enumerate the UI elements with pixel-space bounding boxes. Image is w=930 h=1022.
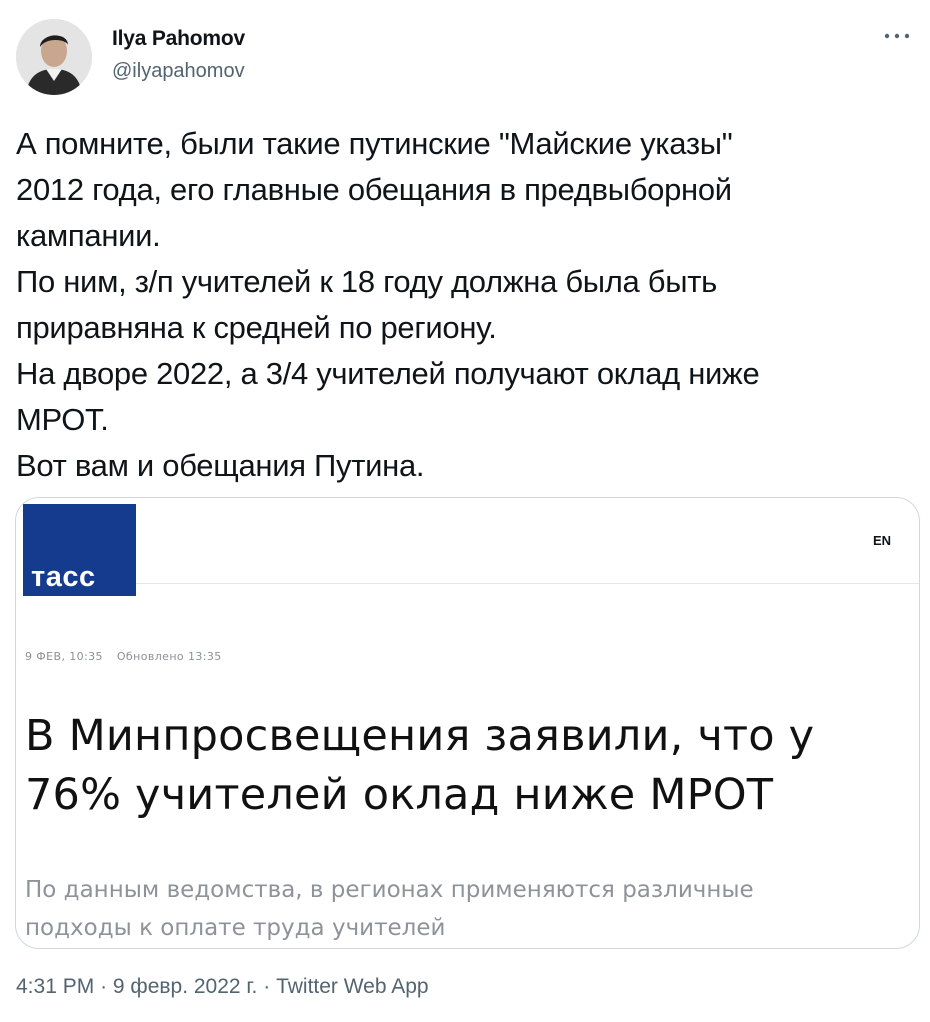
tweet-text-line: На дворе 2022, а 3/4 учителей получают о… — [16, 356, 760, 391]
footer-separator: · — [100, 975, 108, 998]
tweet-text: А помните, были такие путинские "Майские… — [16, 121, 916, 489]
tweet-footer: 4:31 PM · 9 февр. 2022 г. · Twitter Web … — [16, 975, 429, 999]
avatar[interactable] — [16, 19, 92, 95]
tweet-text-line: кампании. — [16, 218, 161, 253]
article-lead: По данным ведомства, в регионах применяю… — [25, 871, 905, 947]
card-divider — [136, 583, 919, 584]
more-options-button[interactable] — [880, 21, 914, 51]
tweet-source-link[interactable]: Twitter Web App — [276, 975, 429, 998]
tweet: Ilya Pahomov @ilyapahomov А помните, был… — [0, 0, 930, 1022]
article-lead-line: подходы к оплате труда учителей — [25, 915, 446, 941]
article-updated: Обновлено 13:35 — [116, 650, 222, 663]
tass-logo: тасс — [23, 504, 136, 596]
tweet-text-line: МРОТ. — [16, 402, 109, 437]
article-headline-line: 76% учителей оклад ниже МРОТ — [25, 770, 774, 820]
tweet-text-line: 2012 года, его главные обещания в предвы… — [16, 172, 732, 207]
more-horizontal-icon — [884, 33, 910, 39]
article-headline-line: В Минпросвещения заявили, что у — [25, 711, 815, 761]
tweet-text-line: Вот вам и обещания Путина. — [16, 448, 425, 483]
language-switch-en: EN — [873, 533, 892, 548]
article-card[interactable]: тасс 9 ФЕВ, 10:35 Обновлено 13:35 В Минп… — [15, 497, 920, 949]
author-name[interactable]: Ilya Pahomov — [112, 27, 245, 51]
article-headline: В Минпросвещения заявили, что у 76% учит… — [25, 707, 905, 825]
article-lead-line: По данным ведомства, в регионах применяю… — [25, 877, 754, 903]
tass-logo-text: тасс — [31, 561, 96, 593]
tweet-timestamp-time[interactable]: 4:31 PM — [16, 975, 94, 998]
article-date: 9 ФЕВ, 10:35 — [25, 650, 103, 663]
tweet-text-line: А помните, были такие путинские "Майские… — [16, 126, 733, 161]
article-screenshot: тасс 9 ФЕВ, 10:35 Обновлено 13:35 В Минп… — [16, 498, 919, 948]
avatar-photo — [16, 19, 92, 95]
tweet-timestamp-date[interactable]: 9 февр. 2022 г. — [113, 975, 257, 998]
tweet-text-line: приравняна к средней по региону. — [16, 310, 497, 345]
footer-separator: · — [263, 975, 271, 998]
author-handle[interactable]: @ilyapahomov — [112, 60, 245, 83]
article-meta: 9 ФЕВ, 10:35 Обновлено 13:35 — [25, 650, 222, 663]
tweet-text-line: По ним, з/п учителей к 18 году должна бы… — [16, 264, 717, 299]
